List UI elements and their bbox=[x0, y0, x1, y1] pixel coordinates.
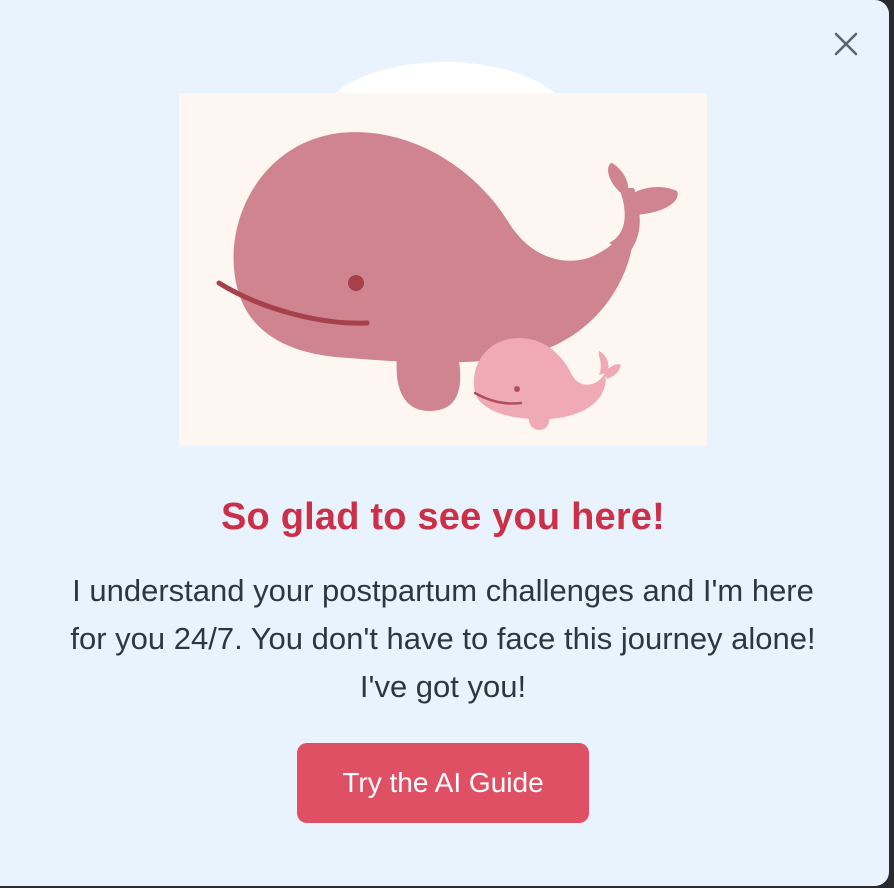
close-icon bbox=[834, 32, 858, 56]
baby-whale bbox=[473, 338, 621, 430]
whale-illustration bbox=[179, 93, 707, 446]
close-button[interactable] bbox=[828, 26, 864, 62]
try-ai-guide-button[interactable]: Try the AI Guide bbox=[297, 743, 589, 823]
modal-heading: So glad to see you here! bbox=[220, 496, 665, 538]
modal-body-text: I understand your postpartum challenges … bbox=[70, 573, 816, 704]
welcome-modal: So glad to see you here! I understand yo… bbox=[0, 0, 889, 886]
